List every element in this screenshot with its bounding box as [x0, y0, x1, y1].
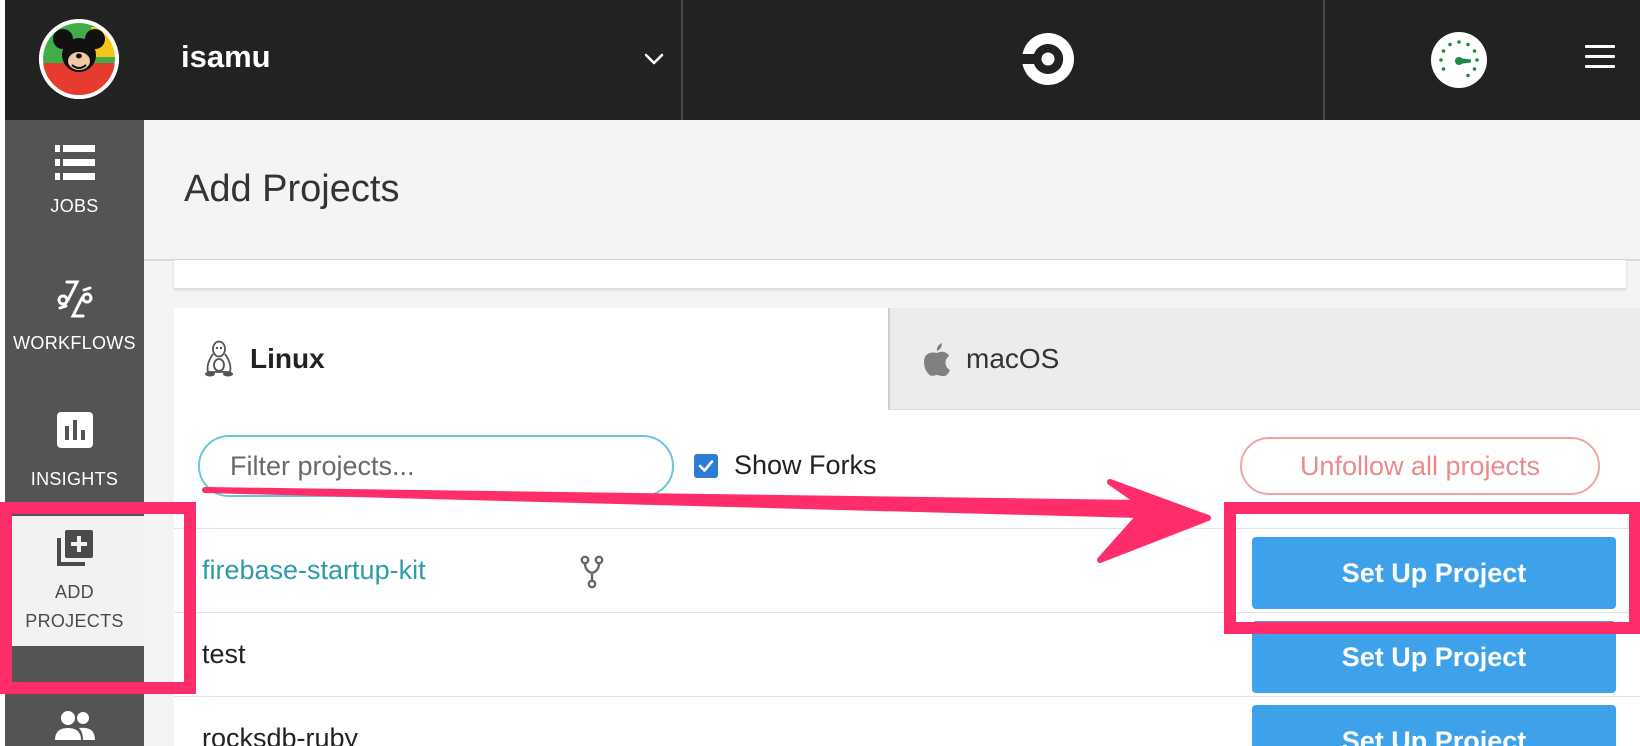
- info-card: [174, 260, 1626, 288]
- fork-icon: [580, 555, 604, 589]
- topbar-divider: [1323, 0, 1325, 120]
- set-up-project-button[interactable]: Set Up Project: [1252, 621, 1616, 693]
- show-forks-label: Show Forks: [734, 450, 877, 480]
- sidebar-item-label: JOBS: [50, 196, 99, 216]
- tab-label: macOS: [966, 342, 1060, 374]
- tab-label: Linux: [250, 343, 325, 374]
- project-row: rocksdb-ruby Set Up Project: [174, 696, 1640, 746]
- set-up-project-button[interactable]: Set Up Project: [1252, 705, 1616, 746]
- sidebar-item-workflows[interactable]: WORKFLOWS: [5, 278, 144, 388]
- project-row: firebase-startup-kit Set Up Project: [174, 528, 1640, 612]
- page-header: Add Projects: [144, 120, 1640, 261]
- unfollow-all-button[interactable]: Unfollow all projects: [1240, 437, 1600, 495]
- show-forks-checkbox[interactable]: Show Forks: [694, 450, 877, 481]
- hamburger-menu-icon[interactable]: [1585, 45, 1615, 69]
- sidebar: JOBS WORKFLOWS INSIGHTS ADD PROJECTS: [5, 120, 144, 746]
- insights-icon: [56, 412, 93, 448]
- gauge-icon[interactable]: [1431, 32, 1487, 88]
- sidebar-item-insights[interactable]: INSIGHTS: [5, 412, 144, 492]
- topbar-divider: [681, 0, 683, 120]
- sidebar-item-jobs[interactable]: JOBS: [5, 145, 144, 255]
- project-row: test Set Up Project: [174, 612, 1640, 696]
- sidebar-item-label: ADD PROJECTS: [25, 582, 124, 631]
- sidebar-item-label: WORKFLOWS: [13, 333, 136, 353]
- workflows-icon: [57, 280, 92, 318]
- set-up-project-button[interactable]: Set Up Project: [1252, 537, 1616, 609]
- page-title: Add Projects: [184, 168, 400, 210]
- project-name: test: [202, 639, 246, 669]
- jobs-icon: [54, 145, 95, 180]
- org-name[interactable]: isamu: [181, 39, 271, 75]
- top-bar: isamu: [5, 0, 1640, 120]
- team-icon: [54, 711, 95, 740]
- sidebar-item-label: INSIGHTS: [30, 469, 119, 489]
- checkbox-checked-icon[interactable]: [694, 453, 718, 478]
- apple-icon: [924, 342, 950, 376]
- tab-macos[interactable]: macOS: [888, 308, 1640, 410]
- sidebar-item-add-projects[interactable]: ADD PROJECTS: [5, 516, 144, 646]
- avatar[interactable]: [39, 19, 119, 99]
- add-projects-icon: [56, 530, 93, 566]
- project-name: rocksdb-ruby: [202, 723, 359, 746]
- circleci-logo[interactable]: [1018, 29, 1078, 89]
- sidebar-item-team[interactable]: [5, 710, 144, 746]
- filter-projects-input[interactable]: [198, 435, 674, 497]
- linux-icon: [205, 340, 233, 377]
- project-link[interactable]: firebase-startup-kit: [202, 555, 426, 586]
- tab-linux[interactable]: Linux: [174, 308, 888, 410]
- chevron-down-icon[interactable]: [641, 46, 667, 72]
